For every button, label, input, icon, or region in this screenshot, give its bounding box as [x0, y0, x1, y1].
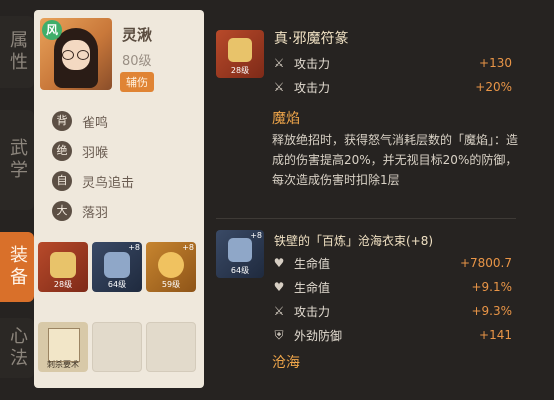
item2-stat: ⚔ 攻击力 +9.3% — [272, 302, 512, 320]
stat-value: +9.3% — [471, 304, 512, 318]
slot-level: 59级 — [161, 280, 181, 289]
item2-level: 64级 — [230, 266, 250, 275]
heart-icon: ♥ — [273, 280, 285, 294]
item1-icon: 28级 — [216, 30, 264, 78]
slot-enhance: +8 — [128, 243, 140, 252]
mind-slot-1[interactable]: 刺杀要术 — [38, 322, 88, 372]
slot-level: 64级 — [107, 280, 127, 289]
equipment-slot-armor[interactable]: +8 64级 — [92, 242, 142, 292]
tab-equipment[interactable]: 装备 — [0, 232, 34, 302]
item1-stat: ⚔ 攻击力 +20% — [272, 78, 512, 96]
character-portrait[interactable]: 风 — [40, 18, 112, 90]
item2-stat: ♥ 生命值 +9.1% — [272, 278, 512, 296]
skill-label: 雀鸣 — [82, 115, 109, 131]
element-badge: 风 — [42, 20, 62, 40]
tab-mind-method[interactable]: 心法 — [0, 318, 34, 378]
tab-attributes[interactable]: 属性 — [0, 16, 34, 88]
skill-type-chip: 绝 — [52, 141, 72, 161]
divider — [216, 218, 516, 219]
slot-enhance: +8 — [182, 243, 194, 252]
stat-name: 生命值 — [294, 256, 331, 271]
item1-stat: ⚔ 攻击力 +130 — [272, 54, 512, 72]
sword-icon: ⚔ — [273, 304, 285, 318]
skill-type-chip: 大 — [52, 201, 72, 221]
mind-slot-2[interactable] — [92, 322, 142, 372]
stat-name: 攻击力 — [294, 80, 331, 95]
mind-slot-3[interactable] — [146, 322, 196, 372]
stat-value: +9.1% — [471, 280, 512, 294]
sword-icon: ⚔ — [273, 56, 285, 70]
stat-value: +130 — [479, 56, 512, 70]
sword-icon: ⚔ — [273, 80, 285, 94]
stat-value: +141 — [479, 328, 512, 342]
stat-name: 外劲防御 — [294, 328, 343, 343]
skill-type-chip: 自 — [52, 171, 72, 191]
stat-name: 生命值 — [294, 280, 331, 295]
item2-effect-title: 沧海 — [272, 355, 300, 371]
item2-stat: ⛨ 外劲防御 +141 — [272, 326, 512, 344]
item1-effect-title: 魔焰 — [272, 111, 300, 127]
item2-icon: +8 64级 — [216, 230, 264, 278]
tab-martial-arts[interactable]: 武学 — [0, 110, 34, 210]
skill-type-chip: 背 — [52, 111, 72, 131]
role-tag: 辅伤 — [120, 72, 154, 92]
item2-enhance: +8 — [250, 231, 262, 240]
skill-item[interactable]: 背 雀鸣 — [52, 110, 108, 132]
skill-label: 灵鸟追击 — [82, 175, 135, 191]
character-name: 灵湫 — [122, 26, 153, 44]
heart-icon: ♥ — [273, 256, 285, 270]
item-detail-panel: 28级 真·邪魔符篆 ⚔ 攻击力 +130 ⚔ 攻击力 +20% 魔焰 释放绝招… — [212, 10, 550, 396]
slot-level: 28级 — [53, 280, 73, 289]
equipment-slot-ring[interactable]: +8 59级 — [146, 242, 196, 292]
stat-name: 攻击力 — [294, 304, 331, 319]
skill-label: 落羽 — [82, 205, 109, 221]
item1-effect-desc: 释放绝招时，获得怒气消耗层数的「魔焰」：造成的伤害提高20%，并无视目标20%的… — [272, 133, 519, 187]
game-window: 属性 武学 装备 心法 风 灵湫 80级 辅伤 背 雀鸣 绝 羽喉 自 灵鸟追击… — [0, 0, 554, 400]
item1-level: 28级 — [230, 66, 250, 75]
skill-item[interactable]: 大 落羽 — [52, 200, 108, 222]
scroll-caption: 刺杀要术 — [47, 360, 79, 369]
stat-value: +7800.7 — [459, 256, 512, 270]
character-level: 80级 — [122, 54, 152, 69]
shield-icon: ⛨ — [274, 327, 284, 342]
skill-item[interactable]: 绝 羽喉 — [52, 140, 108, 162]
skill-item[interactable]: 自 灵鸟追击 — [52, 170, 134, 192]
stat-name: 攻击力 — [294, 56, 331, 71]
item2-title: 铁壁的「百炼」沧海衣束(+8) — [274, 234, 434, 248]
character-panel: 风 灵湫 80级 辅伤 背 雀鸣 绝 羽喉 自 灵鸟追击 大 落羽 28级 +8 — [34, 10, 204, 388]
item2-stat: ♥ 生命值 +7800.7 — [272, 254, 512, 272]
item1-title: 真·邪魔符篆 — [274, 31, 349, 47]
stat-value: +20% — [475, 80, 512, 94]
skill-label: 羽喉 — [82, 145, 109, 161]
equipment-slot-accessory[interactable]: 28级 — [38, 242, 88, 292]
